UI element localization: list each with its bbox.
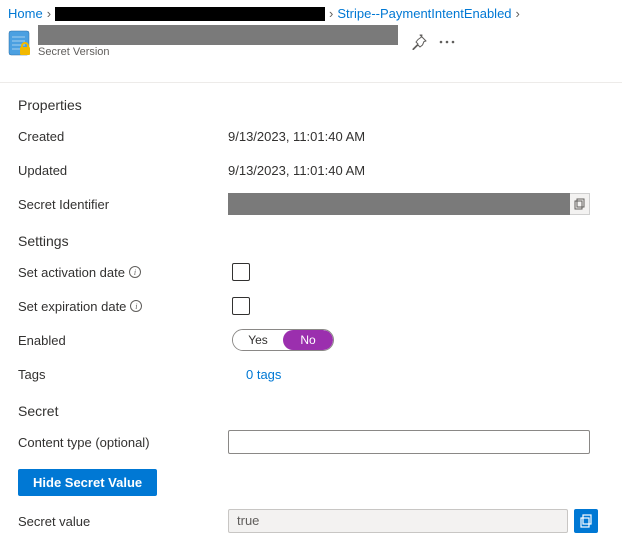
activation-label: Set activation date i <box>18 265 228 280</box>
content-type-input[interactable] <box>228 430 590 454</box>
toggle-no[interactable]: No <box>283 330 333 350</box>
info-icon[interactable]: i <box>129 266 141 278</box>
divider <box>0 82 622 83</box>
pin-icon[interactable] <box>410 33 428 51</box>
section-properties: Properties <box>18 97 604 113</box>
chevron-right-icon: › <box>516 6 520 21</box>
chevron-right-icon: › <box>47 6 51 21</box>
expiration-label: Set expiration date i <box>18 299 228 314</box>
enabled-toggle[interactable]: Yes No <box>232 329 334 351</box>
chevron-right-icon: › <box>329 6 333 21</box>
updated-value: 9/13/2023, 11:01:40 AM <box>228 163 604 178</box>
expiration-label-text: Set expiration date <box>18 299 126 314</box>
hide-secret-value-button[interactable]: Hide Secret Value <box>18 469 157 496</box>
page-title-redacted <box>38 25 398 45</box>
copy-secret-button[interactable] <box>574 509 598 533</box>
breadcrumb-redacted <box>55 7 325 21</box>
breadcrumb-home[interactable]: Home <box>8 6 43 21</box>
identifier-redacted <box>228 193 570 215</box>
key-vault-secret-icon <box>8 28 32 56</box>
breadcrumb-secret[interactable]: Stripe--PaymentIntentEnabled <box>337 6 511 21</box>
tags-label: Tags <box>18 367 228 382</box>
section-settings: Settings <box>18 233 604 249</box>
more-icon[interactable] <box>438 33 456 51</box>
page-subtitle: Secret Version <box>38 46 398 58</box>
enabled-label: Enabled <box>18 333 228 348</box>
secret-value-label: Secret value <box>18 514 228 529</box>
identifier-field <box>228 193 590 215</box>
expiration-checkbox[interactable] <box>232 297 250 315</box>
toggle-yes[interactable]: Yes <box>233 330 283 350</box>
breadcrumb: Home › › Stripe--PaymentIntentEnabled › <box>0 0 622 23</box>
info-icon[interactable]: i <box>130 300 142 312</box>
tags-link[interactable]: 0 tags <box>246 367 281 382</box>
activation-checkbox[interactable] <box>232 263 250 281</box>
copy-identifier-button[interactable] <box>570 193 590 215</box>
updated-label: Updated <box>18 163 228 178</box>
secret-value-field[interactable]: true <box>228 509 568 533</box>
page-title-row: Secret Version <box>0 23 622 58</box>
identifier-label: Secret Identifier <box>18 197 228 212</box>
content-type-label: Content type (optional) <box>18 435 228 450</box>
created-value: 9/13/2023, 11:01:40 AM <box>228 129 604 144</box>
activation-label-text: Set activation date <box>18 265 125 280</box>
created-label: Created <box>18 129 228 144</box>
section-secret: Secret <box>18 403 604 419</box>
